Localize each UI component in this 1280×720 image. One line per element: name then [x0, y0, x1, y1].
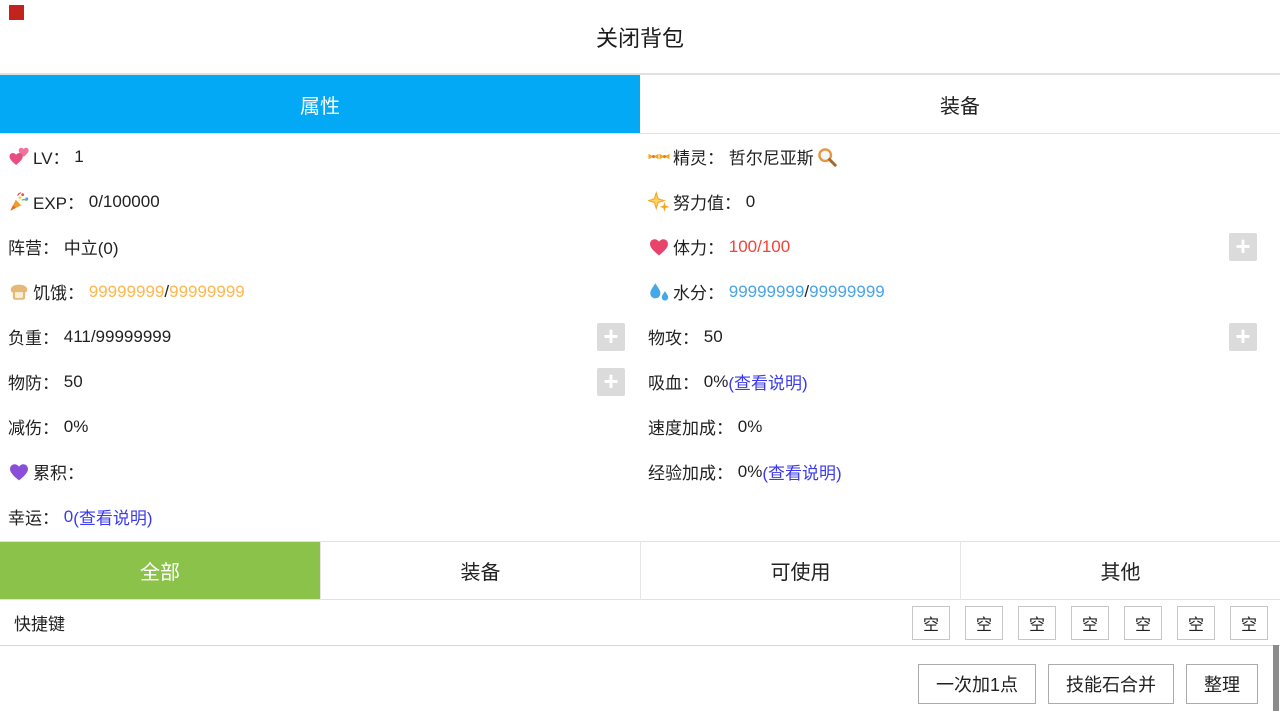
- droplets-icon: [648, 281, 670, 303]
- stat-row: LV： 1: [0, 134, 640, 179]
- sort-button[interactable]: 整理: [1186, 664, 1258, 704]
- stat-plus-button[interactable]: +: [1229, 233, 1257, 261]
- stat-value: 中立(0): [64, 234, 119, 259]
- shortcut-slot[interactable]: 空: [1018, 606, 1056, 640]
- stat-row: 减伤： 0%: [0, 404, 640, 449]
- stat-row: 物防： 50 +: [0, 359, 640, 404]
- shortcut-slot[interactable]: 空: [912, 606, 950, 640]
- stat-label: 物防：: [8, 369, 64, 394]
- stat-row: 吸血： 0%(查看说明): [640, 359, 1280, 404]
- stat-value: 411/99999999: [64, 327, 171, 347]
- stat-row: 经验加成： 0%(查看说明): [640, 449, 1280, 494]
- stat-value: 0: [746, 192, 755, 212]
- view-info-link[interactable]: (查看说明): [762, 459, 841, 484]
- stat-row: 努力值： 0: [640, 179, 1280, 224]
- double-bow-icon: [648, 146, 670, 168]
- stat-value: 99999999: [729, 282, 805, 302]
- stat-label: 减伤：: [8, 414, 64, 439]
- stat-value: 0: [64, 507, 73, 527]
- stat-value: 0%: [738, 417, 763, 437]
- stat-row: 速度加成： 0%: [640, 404, 1280, 449]
- view-info-link[interactable]: (查看说明): [73, 504, 152, 529]
- stat-label: 水分：: [673, 279, 729, 304]
- shortcut-slot[interactable]: 空: [965, 606, 1003, 640]
- stat-label: 饥饿：: [33, 279, 89, 304]
- stat-row: EXP： 0/100000: [0, 179, 640, 224]
- party-popper-icon: [8, 191, 30, 213]
- stat-label: 速度加成：: [648, 414, 738, 439]
- stat-label: 物攻：: [648, 324, 704, 349]
- close-backpack-button[interactable]: 关闭背包: [596, 21, 684, 53]
- stat-row: 物攻： 50 +: [640, 314, 1280, 359]
- stats-panel: LV： 1EXP： 0/100000阵营： 中立(0)饥饿： 99999999/…: [0, 134, 1280, 541]
- purple-heart-icon: [8, 461, 30, 483]
- shortcut-bar: 快捷键 空空空空空空空: [0, 600, 1280, 646]
- sparkles-icon: [648, 191, 670, 213]
- stat-label: 吸血：: [648, 369, 704, 394]
- stat-row: 水分： 99999999/99999999: [640, 269, 1280, 314]
- stat-row: 负重： 411/99999999 +: [0, 314, 640, 359]
- tab-usable[interactable]: 可使用: [640, 542, 960, 600]
- stat-label: 努力值：: [673, 189, 746, 214]
- backpack-screen: 关闭背包 属性装备 LV： 1EXP： 0/100000阵营： 中立(0)饥饿：…: [0, 0, 1280, 720]
- stat-label: LV：: [33, 144, 74, 169]
- header: 关闭背包: [0, 0, 1280, 73]
- scrollbar-thumb[interactable]: [1273, 645, 1279, 711]
- stat-row: 累积：: [0, 449, 640, 494]
- stat-row: 幸运： 0(查看说明): [0, 494, 640, 539]
- stats-column-right: 精灵： 哲尔尼亚斯努力值： 0体力： 100/100+水分： 99999999/…: [640, 134, 1280, 494]
- shortcut-slot[interactable]: 空: [1124, 606, 1162, 640]
- stat-value: 99999999: [809, 282, 885, 302]
- tab-attributes[interactable]: 属性: [0, 75, 640, 133]
- stat-value: 哲尔尼亚斯: [729, 144, 814, 169]
- tab-other[interactable]: 其他: [960, 542, 1280, 600]
- stats-column-left: LV： 1EXP： 0/100000阵营： 中立(0)饥饿： 99999999/…: [0, 134, 640, 539]
- attribute-equipment-tabbar: 属性装备: [0, 73, 1280, 134]
- stat-plus-button[interactable]: +: [1229, 323, 1257, 351]
- stat-row: 精灵： 哲尔尼亚斯: [640, 134, 1280, 179]
- stat-row: 体力： 100/100 +: [640, 224, 1280, 269]
- inventory-category-tabbar: 全部装备可使用其他: [0, 541, 1280, 600]
- view-info-link[interactable]: (查看说明): [728, 369, 807, 394]
- magnifier-icon[interactable]: [816, 146, 838, 168]
- shortcut-slot[interactable]: 空: [1177, 606, 1215, 640]
- shortcut-slots: 空空空空空空空: [912, 606, 1268, 640]
- two-hearts-icon: [8, 146, 30, 168]
- stat-row: 阵营： 中立(0): [0, 224, 640, 269]
- stat-value: 0%: [738, 462, 763, 482]
- add-one-point-button[interactable]: 一次加1点: [918, 664, 1036, 704]
- stat-value: 99999999: [89, 282, 165, 302]
- stat-value: 50: [64, 372, 83, 392]
- stat-label: 阵营：: [8, 234, 64, 259]
- shortcut-slot[interactable]: 空: [1071, 606, 1109, 640]
- heart-icon: [648, 236, 670, 258]
- stat-label: 经验加成：: [648, 459, 738, 484]
- tab-equipment[interactable]: 装备: [640, 75, 1280, 133]
- tab-equipment-items[interactable]: 装备: [320, 542, 640, 600]
- stat-row: 饥饿： 99999999/99999999: [0, 269, 640, 314]
- stat-value: 50: [704, 327, 723, 347]
- stat-value: 0/100000: [89, 192, 160, 212]
- stat-value: 1: [74, 147, 83, 167]
- stat-plus-button[interactable]: +: [597, 323, 625, 351]
- stat-value: 99999999: [169, 282, 245, 302]
- stat-value: 0%: [64, 417, 89, 437]
- merge-skill-stones-button[interactable]: 技能石合并: [1048, 664, 1174, 704]
- stat-label: 精灵：: [673, 144, 729, 169]
- stat-label: 幸运：: [8, 504, 64, 529]
- stat-label: 体力：: [673, 234, 729, 259]
- stat-value: 0%: [704, 372, 729, 392]
- tab-all[interactable]: 全部: [0, 542, 320, 600]
- stat-label: EXP：: [33, 189, 89, 214]
- shortcut-slot[interactable]: 空: [1230, 606, 1268, 640]
- stat-plus-button[interactable]: +: [597, 368, 625, 396]
- stat-label: 负重：: [8, 324, 64, 349]
- stat-label: 累积：: [33, 459, 89, 484]
- shortcut-label: 快捷键: [14, 610, 65, 635]
- footer: 一次加1点技能石合并整理: [0, 646, 1280, 720]
- stat-value: 100/100: [729, 237, 790, 257]
- action-buttons: 一次加1点技能石合并整理: [918, 664, 1258, 704]
- bread-icon: [8, 281, 30, 303]
